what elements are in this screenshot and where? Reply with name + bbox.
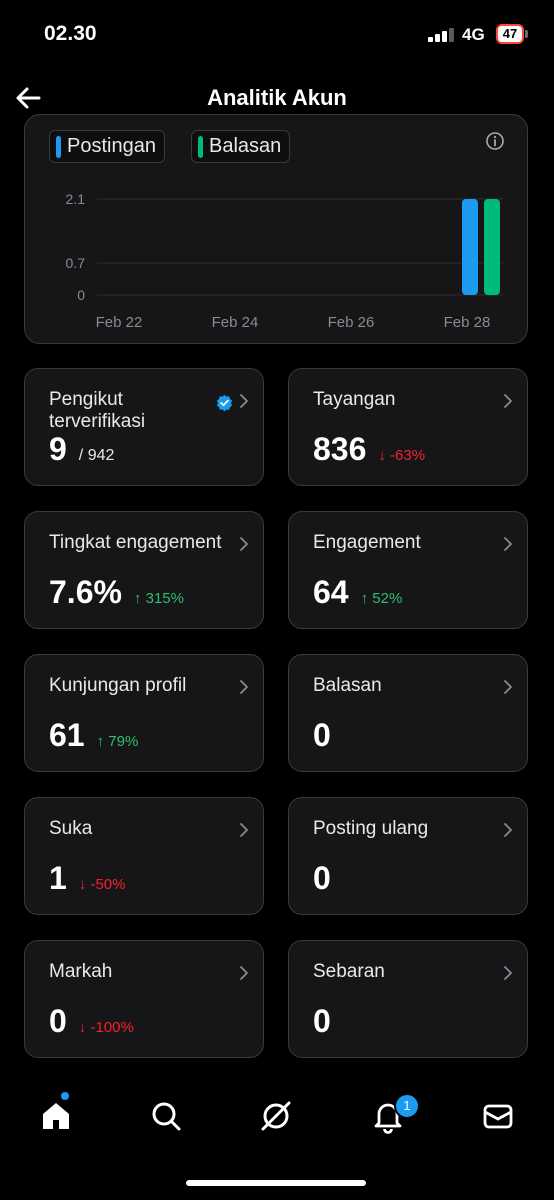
y-tick-label: 2.1 bbox=[66, 191, 86, 207]
chevron-right-icon bbox=[504, 680, 512, 694]
stat-card-suka[interactable]: Suka 1 ↓ -50% bbox=[24, 797, 264, 915]
stat-label: Balasan bbox=[313, 675, 382, 696]
status-bar: 02.30 4G 47 bbox=[0, 0, 554, 70]
nav-grok[interactable] bbox=[258, 1098, 294, 1134]
stat-value: 1 bbox=[49, 860, 67, 896]
stat-label: Tayangan bbox=[313, 389, 396, 410]
stat-card-tayangan[interactable]: Tayangan 836 ↓ -63% bbox=[288, 368, 528, 486]
home-indicator[interactable] bbox=[186, 1180, 366, 1186]
bar-balasan-feb-28 bbox=[484, 199, 500, 295]
y-tick-label: 0.7 bbox=[66, 255, 86, 271]
page-title: Analitik Akun bbox=[207, 85, 347, 110]
chart-card: Postingan Balasan 2.1 0.7 0 Feb 22 Feb 24 Feb… bbox=[24, 114, 528, 344]
stat-value: 64 bbox=[313, 574, 349, 610]
verified-badge-icon bbox=[216, 394, 233, 411]
notification-badge: 1 bbox=[394, 1093, 420, 1119]
chevron-right-icon bbox=[240, 966, 248, 980]
stat-label: Pengikut terverifikasi bbox=[49, 389, 146, 432]
bar-postingan-feb-28 bbox=[462, 199, 478, 295]
mail-icon bbox=[483, 1104, 513, 1129]
y-tick-label: 0 bbox=[77, 287, 85, 303]
stat-change-up: ↑ 315% bbox=[133, 590, 184, 607]
stat-card-markah[interactable]: Markah 0 ↓ -100% bbox=[24, 940, 264, 1058]
home-unread-dot bbox=[61, 1092, 69, 1100]
stat-value-row: 0 ↓ -100% bbox=[49, 1003, 134, 1040]
chevron-right-icon bbox=[240, 823, 248, 837]
chevron-right-icon bbox=[504, 394, 512, 408]
stat-value-row: 61 ↑ 79% bbox=[49, 717, 138, 754]
stat-value-row: 0 bbox=[313, 1003, 331, 1040]
battery-cap bbox=[525, 30, 528, 38]
stat-change-down: ↓ -100% bbox=[78, 1019, 134, 1036]
stat-value-row: 0 bbox=[313, 860, 331, 897]
stat-value-row: 7.6% ↑ 315% bbox=[49, 574, 184, 611]
stat-label: Suka bbox=[49, 818, 93, 839]
stat-change-down: ↓ -50% bbox=[78, 876, 126, 893]
stat-change-down: ↓ -63% bbox=[378, 447, 426, 464]
stat-label: Tingkat engagement bbox=[49, 532, 222, 553]
chevron-right-icon bbox=[240, 394, 248, 408]
stat-value-row: 1 ↓ -50% bbox=[49, 860, 125, 897]
stat-label: Engagement bbox=[313, 532, 421, 553]
nav-messages[interactable] bbox=[480, 1098, 516, 1134]
grok-icon bbox=[261, 1101, 291, 1131]
chevron-right-icon bbox=[504, 823, 512, 837]
stat-change-up: ↑ 79% bbox=[96, 733, 139, 750]
stat-value: 836 bbox=[313, 431, 367, 467]
stat-card-engagement[interactable]: Engagement 64 ↑ 52% bbox=[288, 511, 528, 629]
stat-value: 0 bbox=[313, 860, 331, 896]
nav-home[interactable] bbox=[38, 1098, 74, 1134]
stat-total: / 942 bbox=[78, 447, 115, 464]
stat-value-row: 64 ↑ 52% bbox=[313, 574, 402, 611]
stat-value-row: 836 ↓ -63% bbox=[313, 431, 425, 468]
stat-value: 9 bbox=[49, 431, 67, 467]
battery-level: 47 bbox=[498, 26, 522, 42]
stat-label: Sebaran bbox=[313, 961, 385, 982]
bottom-nav bbox=[0, 1082, 554, 1152]
stat-card-posting-ulang[interactable]: Posting ulang 0 bbox=[288, 797, 528, 915]
stat-value: 61 bbox=[49, 717, 85, 753]
stat-card-kunjungan-profil[interactable]: Kunjungan profil 61 ↑ 79% bbox=[24, 654, 264, 772]
stat-value-row: 0 bbox=[313, 717, 331, 754]
stat-card-balasan[interactable]: Balasan 0 bbox=[288, 654, 528, 772]
stat-label: Posting ulang bbox=[313, 818, 429, 839]
x-tick-label: Feb 24 bbox=[212, 314, 259, 331]
stat-card-tingkat-engagement[interactable]: Tingkat engagement 7.6% ↑ 315% bbox=[24, 511, 264, 629]
chevron-right-icon bbox=[240, 537, 248, 551]
stat-value: 0 bbox=[313, 717, 331, 753]
network-type: 4G bbox=[462, 25, 485, 44]
home-icon bbox=[43, 1103, 69, 1129]
x-tick-label: Feb 22 bbox=[96, 314, 143, 331]
nav-search[interactable] bbox=[148, 1098, 184, 1134]
chevron-right-icon bbox=[240, 680, 248, 694]
status-time: 02.30 bbox=[44, 22, 97, 45]
chevron-right-icon bbox=[504, 966, 512, 980]
chart-plot: 2.1 0.7 0 Feb 22 Feb 24 Feb 26 Feb 28 bbox=[66, 191, 503, 331]
stat-value: 7.6% bbox=[49, 574, 122, 610]
stat-value: 0 bbox=[49, 1003, 67, 1039]
stat-label: Kunjungan profil bbox=[49, 675, 187, 696]
battery-icon: 47 bbox=[496, 24, 524, 44]
stat-card-sebaran[interactable]: Sebaran 0 bbox=[288, 940, 528, 1058]
stat-value-row: 9 / 942 bbox=[49, 431, 114, 468]
stat-value: 0 bbox=[313, 1003, 331, 1039]
search-icon bbox=[152, 1102, 181, 1131]
chevron-right-icon bbox=[504, 537, 512, 551]
x-tick-label: Feb 28 bbox=[444, 314, 491, 331]
stat-label: Markah bbox=[49, 961, 113, 982]
signal-icon bbox=[428, 26, 456, 42]
stat-change-up: ↑ 52% bbox=[360, 590, 403, 607]
stat-card-pengikut-terverifikasi[interactable]: Pengikut terverifikasi 9 / 942 bbox=[24, 368, 264, 486]
x-tick-label: Feb 26 bbox=[328, 314, 375, 331]
